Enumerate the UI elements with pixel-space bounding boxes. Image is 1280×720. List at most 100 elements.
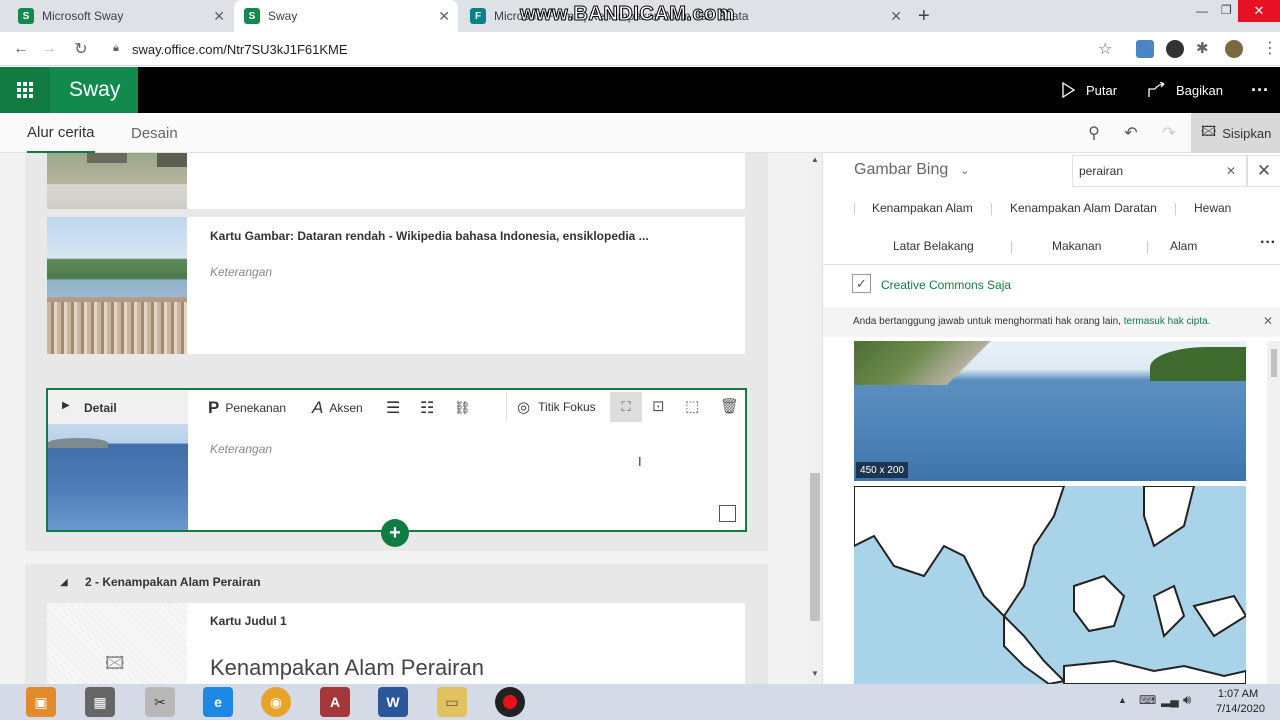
close-tab-icon[interactable]: ✕ (886, 8, 902, 25)
category-chip[interactable]: Kenampakan Alam (872, 201, 973, 215)
network-icon[interactable]: ▂▄ (1161, 693, 1179, 707)
share-label: Bagikan (1176, 82, 1223, 98)
dismiss-notice-icon[interactable]: ✕ (1263, 314, 1273, 328)
delete-icon[interactable]: 🗑︎ (720, 397, 739, 415)
profile-avatar[interactable] (1225, 40, 1243, 58)
scrollbar-thumb[interactable] (1271, 349, 1277, 377)
new-tab-icon[interactable]: + (918, 5, 930, 28)
copyright-notice: Anda bertanggung jawab untuk menghormati… (823, 307, 1280, 337)
focus-point-button[interactable]: ◎ Titik Fokus (506, 392, 608, 422)
share-button[interactable]: Bagikan (1148, 67, 1223, 113)
address-bar[interactable]: 🔒︎ sway.office.com/Ntr7SU3kJ1F61KME (104, 37, 1124, 61)
search-icon[interactable]: ⚲ (1084, 123, 1104, 143)
fullscreen-icon[interactable]: ⬚ (685, 397, 699, 415)
insert-button[interactable]: 🖾︎ Sisipkan (1191, 113, 1280, 153)
browser-tab[interactable]: S Microsoft Sway ✕ (8, 0, 233, 32)
app-launcher-button[interactable] (0, 67, 50, 113)
undo-icon[interactable]: ↶ (1121, 123, 1141, 143)
more-categories-icon[interactable]: ··· (1260, 234, 1276, 252)
category-chip[interactable]: Alam (1170, 239, 1197, 253)
reload-icon[interactable]: ↻ (70, 38, 92, 60)
focus-point-label: Titik Fokus (538, 400, 596, 414)
link-icon[interactable]: ⛓ (454, 400, 471, 416)
snipping-tool-icon[interactable]: ✂ (145, 687, 175, 717)
more-options-icon[interactable]: ··· (1251, 67, 1269, 113)
card-caption[interactable]: Keterangan (210, 442, 272, 456)
image-card[interactable] (47, 153, 745, 209)
close-tab-icon[interactable]: ✕ (438, 8, 450, 25)
tray-arrow-icon[interactable]: ▲ (1118, 695, 1127, 705)
category-chip[interactable]: Latar Belakang (893, 239, 974, 253)
share-icon (1148, 82, 1165, 97)
section-title[interactable]: 2 - Kenampakan Alam Perairan (85, 575, 261, 589)
forward-icon[interactable]: → (38, 38, 60, 60)
clear-search-icon[interactable]: ✕ (1226, 164, 1236, 178)
active-image-card[interactable]: ▶ Detail P Penekanan A Aksen ☰ ☷ ⛓ ◎ Tit… (46, 388, 747, 532)
extension-icon[interactable] (1166, 40, 1184, 58)
search-input[interactable]: perairan ✕ (1072, 155, 1247, 187)
extensions-puzzle-icon[interactable]: ✱ (1196, 39, 1209, 57)
card-caption[interactable]: Keterangan (210, 265, 272, 279)
fit-crop-icon[interactable]: ⛶ (610, 392, 642, 422)
card-heading[interactable]: Kenampakan Alam Perairan (210, 655, 484, 681)
access-icon[interactable]: A (320, 687, 350, 717)
crop-center-icon[interactable]: ⊡ (652, 397, 665, 415)
notice-text: Anda bertanggung jawab untuk menghormati… (853, 316, 1121, 327)
play-label: Putar (1086, 82, 1118, 98)
bandicam-icon[interactable] (495, 687, 525, 717)
redo-icon[interactable]: ↷ (1159, 123, 1179, 143)
select-checkbox[interactable] (719, 505, 736, 522)
scrollbar-thumb[interactable] (810, 473, 820, 621)
search-result-image[interactable] (854, 486, 1246, 684)
card-thumbnail (47, 217, 187, 354)
tab-storyline[interactable]: Alur cerita (27, 113, 95, 153)
internet-explorer-icon[interactable]: e (203, 687, 233, 717)
results-scrollbar[interactable] (1267, 341, 1280, 684)
extension-icon[interactable] (1136, 40, 1154, 58)
back-icon[interactable]: ← (10, 38, 32, 60)
source-dropdown[interactable]: Gambar Bing ⌄ (854, 161, 969, 179)
collapse-triangle-icon[interactable]: ◢ (60, 577, 68, 588)
emphasis-button[interactable]: P Penekanan (208, 398, 286, 418)
text-cursor-icon: Ι (638, 454, 642, 469)
word-icon[interactable]: W (378, 687, 408, 717)
creative-commons-checkbox[interactable]: ✓ (852, 274, 871, 293)
image-card[interactable]: Kartu Gambar: Dataran rendah - Wikipedia… (47, 217, 745, 354)
title-card[interactable]: 🖾︎ Kartu Judul 1 Kenampakan Alam Peraira… (47, 603, 745, 684)
detail-toggle[interactable]: ▶ Detail (48, 390, 188, 424)
source-label: Gambar Bing (854, 161, 949, 178)
close-window-icon[interactable]: ✕ (1238, 0, 1280, 22)
media-player-icon[interactable]: ▣ (26, 687, 56, 717)
category-chip[interactable]: Hewan (1194, 201, 1231, 215)
numbered-list-icon[interactable]: ☷ (420, 398, 434, 418)
tab-design[interactable]: Desain (131, 113, 178, 153)
restore-icon[interactable]: ❐ (1221, 3, 1232, 17)
browser-tab-bar: S Microsoft Sway ✕ S Sway ✕ F Microsoft … (0, 0, 1280, 32)
search-result-image[interactable]: 450 x 200 (854, 341, 1246, 481)
clock-time: 1:07 AM (1217, 688, 1259, 700)
minimize-icon[interactable]: — (1196, 4, 1208, 18)
chrome-icon[interactable]: ◉ (261, 687, 291, 717)
close-panel-icon[interactable]: ✕ (1247, 155, 1280, 187)
insert-panel: Gambar Bing ⌄ perairan ✕ ✕ Kenampakan Al… (822, 153, 1280, 684)
calculator-icon[interactable]: ▦ (85, 687, 115, 717)
browser-tab-active[interactable]: S Sway ✕ (234, 0, 458, 32)
copyright-link[interactable]: termasuk hak cipta. (1124, 316, 1211, 327)
storyline-scrollbar[interactable]: ▲ ▼ (808, 153, 822, 684)
accent-button[interactable]: A Aksen (312, 398, 363, 418)
image-icon: 🖾︎ (1201, 123, 1217, 139)
creative-commons-label[interactable]: Creative Commons Saja (881, 278, 1011, 292)
add-card-button[interactable]: + (381, 519, 409, 547)
bulleted-list-icon[interactable]: ☰ (386, 398, 400, 418)
volume-icon[interactable]: 🔊︎ (1183, 692, 1191, 708)
play-button[interactable]: Putar (1060, 67, 1117, 113)
category-chip[interactable]: Kenampakan Alam Daratan (1010, 201, 1157, 215)
category-chip[interactable]: Makanan (1052, 239, 1101, 253)
app-brand[interactable]: Sway (50, 67, 138, 113)
tray-device-icon[interactable]: ⌨ (1139, 693, 1156, 707)
bookmark-star-icon[interactable]: ☆ (1098, 39, 1112, 59)
clock[interactable]: 1:07 AM 7/14/2020 (1216, 688, 1265, 715)
close-tab-icon[interactable]: ✕ (213, 8, 225, 25)
file-explorer-icon[interactable]: ▭ (437, 687, 467, 717)
browser-menu-icon[interactable]: ⋮ (1262, 38, 1278, 58)
